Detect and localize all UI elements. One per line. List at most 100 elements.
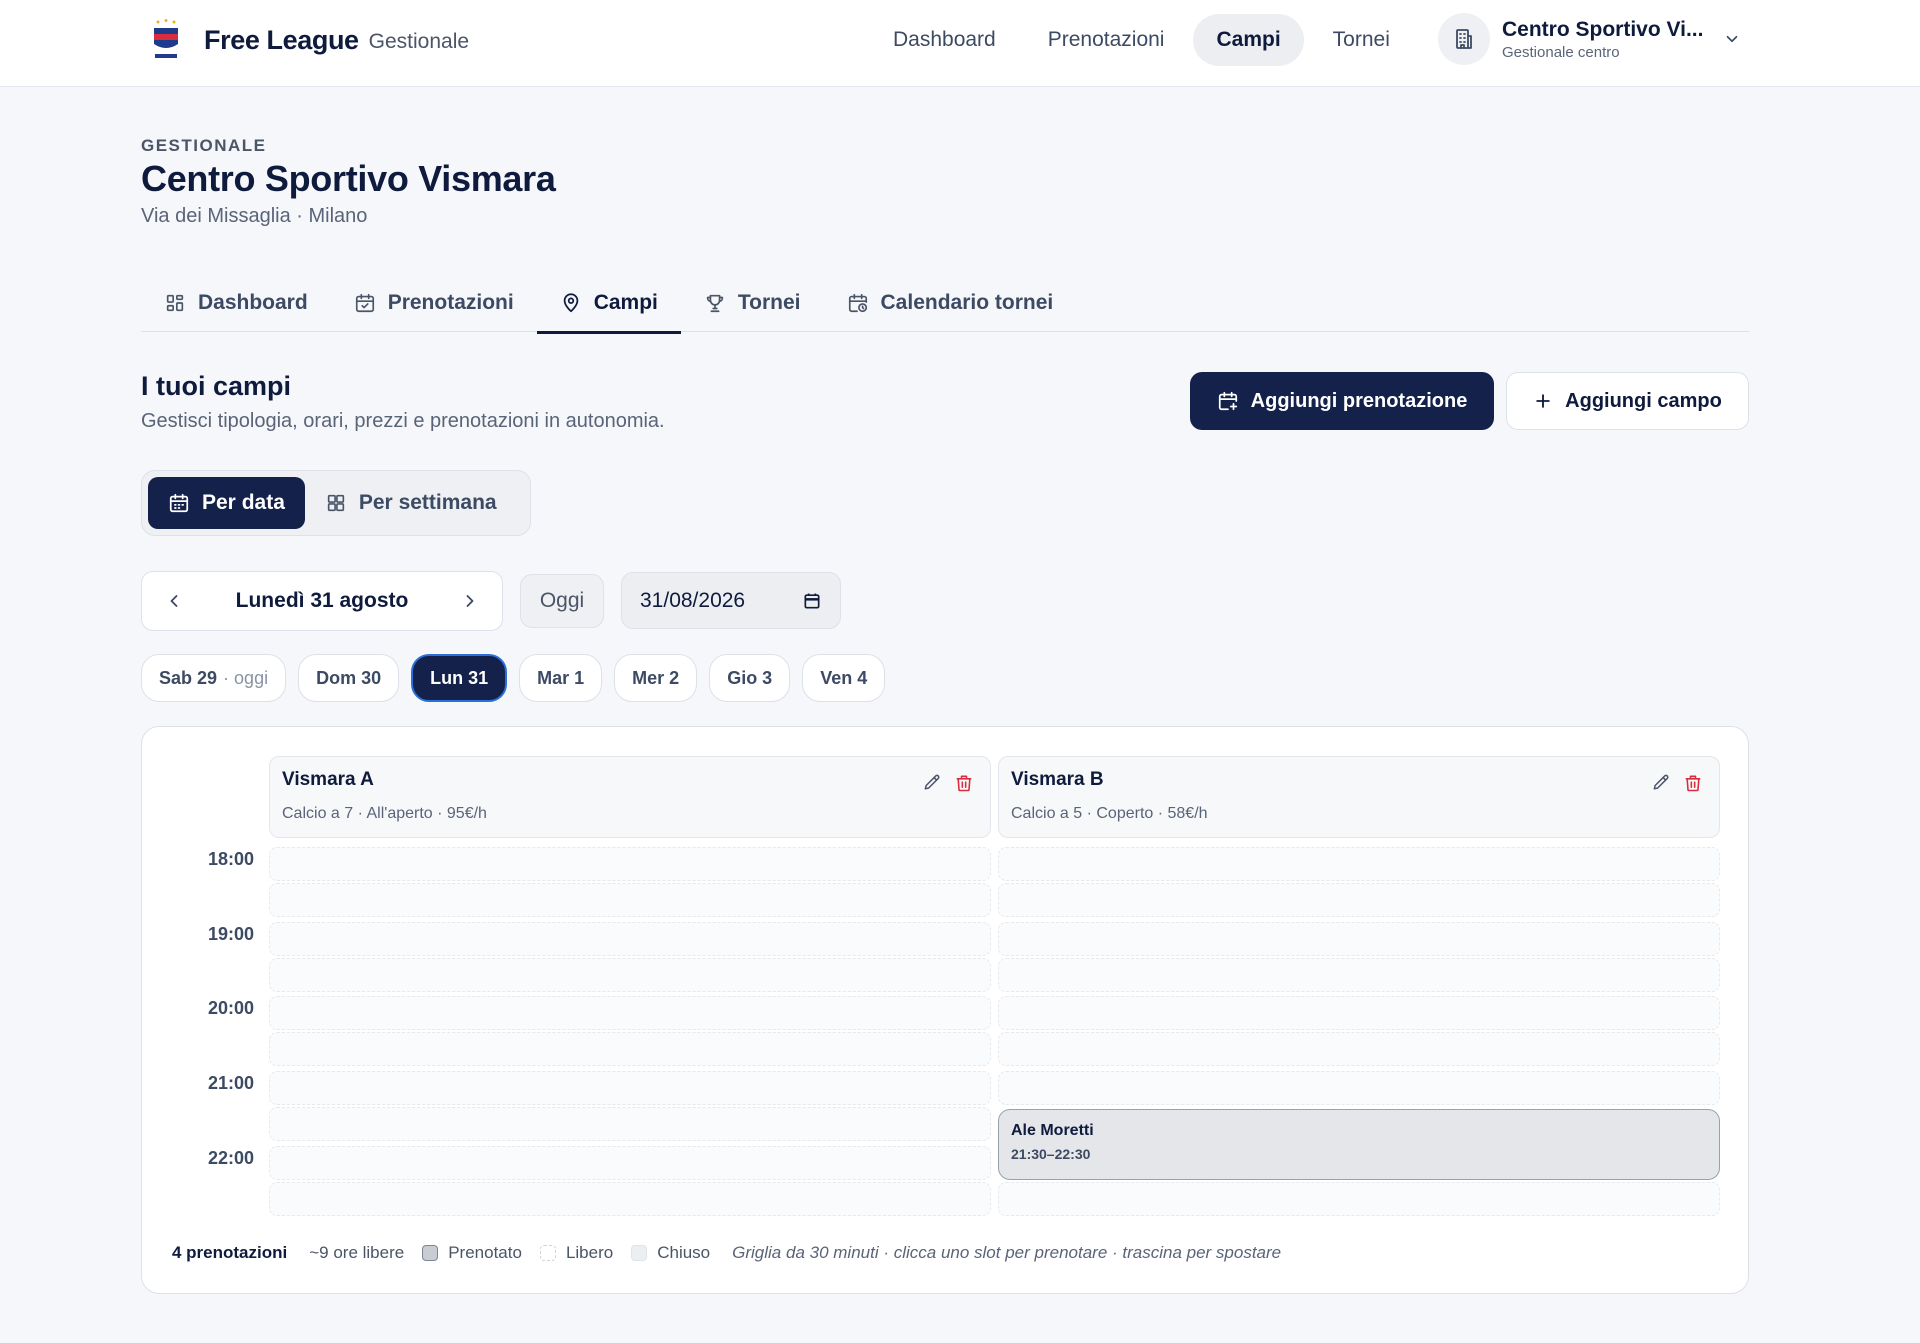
- day-chips: Sab 29 · oggi Dom 30 Lun 31 Mar 1 Mer 2 …: [141, 654, 897, 702]
- trash-icon: [956, 775, 972, 792]
- time-slot[interactable]: [998, 1182, 1720, 1216]
- legend-label: Libero: [565, 1243, 614, 1262]
- view-by-week-button[interactable]: Per settimana: [305, 477, 517, 529]
- tab-dashboard[interactable]: Dashboard: [141, 274, 331, 332]
- calendar-plus-icon: [1218, 391, 1237, 411]
- bookings-count: 4 prenotazioni: [172, 1243, 288, 1262]
- brand[interactable]: Free League Gestionale: [148, 18, 469, 62]
- time-slot[interactable]: [269, 1032, 991, 1066]
- date-navigator: Lunedì 31 agosto: [141, 571, 503, 631]
- building-icon: [1438, 13, 1490, 65]
- topnav-prenotazioni[interactable]: Prenotazioni: [1025, 14, 1188, 66]
- plus-icon: [1536, 394, 1550, 408]
- pencil-icon: [924, 774, 940, 790]
- time-slot[interactable]: [998, 996, 1720, 1030]
- brand-name: Free League: [204, 24, 359, 55]
- add-court-button[interactable]: Aggiungi campo: [1506, 372, 1749, 430]
- calendar-check-icon: [355, 293, 374, 313]
- tab-prenotazioni[interactable]: Prenotazioni: [331, 274, 537, 332]
- edit-court-button[interactable]: [1651, 773, 1671, 793]
- chevron-right-icon: [466, 595, 474, 607]
- date-input[interactable]: [640, 588, 790, 613]
- day-chip[interactable]: Gio 3: [709, 654, 791, 702]
- topnav-campi[interactable]: Campi: [1193, 14, 1304, 66]
- time-slot[interactable]: [998, 847, 1720, 881]
- hour-label: 18:00: [207, 849, 254, 869]
- section-subtitle: Gestisci tipologia, orari, prezzi e pren…: [141, 410, 665, 432]
- time-slot[interactable]: [269, 1146, 991, 1180]
- tab-calendario-tornei[interactable]: Calendario tornei: [824, 274, 1077, 332]
- court-calendar: Vismara A Calcio a 7 · All'aperto · 95€/…: [141, 726, 1749, 1294]
- calendar-icon: [169, 493, 189, 513]
- legend-booked: Prenotato: [422, 1243, 522, 1263]
- view-by-date-button[interactable]: Per data: [148, 477, 305, 529]
- view-by-week-label: Per settimana: [358, 491, 497, 514]
- free-hours: ~9 ore libere: [309, 1243, 405, 1262]
- booking-block[interactable]: Ale Moretti 21:30–22:30: [998, 1109, 1720, 1180]
- day-chip-label: Gio 3: [727, 667, 773, 688]
- time-slot[interactable]: [269, 883, 991, 917]
- time-slot[interactable]: [269, 1071, 991, 1105]
- day-chip-selected[interactable]: Lun 31: [411, 654, 508, 702]
- time-slot[interactable]: [269, 996, 991, 1030]
- time-slot[interactable]: [269, 847, 991, 881]
- calendar-icon[interactable]: [802, 591, 822, 611]
- court-header-vismara-a: Vismara A Calcio a 7 · All'aperto · 95€/…: [269, 756, 991, 838]
- page-address: Via dei Missaglia · Milano: [141, 205, 368, 227]
- time-slot[interactable]: [269, 1107, 991, 1141]
- top-nav: Dashboard Prenotazioni Campi Tornei: [870, 14, 1413, 66]
- center-role: Gestionale centro: [1502, 43, 1620, 61]
- time-slot[interactable]: [269, 1182, 991, 1216]
- grid-icon: [327, 494, 345, 512]
- day-chip[interactable]: Dom 30: [298, 654, 400, 702]
- add-booking-button[interactable]: Aggiungi prenotazione: [1190, 372, 1494, 430]
- time-slot[interactable]: [998, 922, 1720, 956]
- booking-time: 21:30–22:30: [1011, 1146, 1091, 1162]
- tab-tornei[interactable]: Tornei: [681, 274, 824, 332]
- day-chip[interactable]: Mar 1: [519, 654, 603, 702]
- time-slot[interactable]: [998, 1032, 1720, 1066]
- topnav-tornei[interactable]: Tornei: [1310, 14, 1413, 66]
- court-header-vismara-b: Vismara B Calcio a 5 · Coperto · 58€/h: [998, 756, 1720, 838]
- section-tabs: Dashboard Prenotazioni Campi Tornei Cale…: [141, 274, 1749, 334]
- tab-label: Prenotazioni: [387, 291, 514, 314]
- edit-court-button[interactable]: [922, 773, 942, 793]
- date-picker[interactable]: [621, 572, 841, 629]
- day-chip[interactable]: Mer 2: [614, 654, 698, 702]
- center-name: Centro Sportivo Vi...: [1502, 17, 1704, 41]
- brand-subtitle: Gestionale: [368, 30, 470, 53]
- add-booking-label: Aggiungi prenotazione: [1250, 389, 1468, 412]
- court-name: Vismara A: [282, 769, 374, 790]
- today-marker: · oggi: [223, 667, 269, 688]
- map-pin-icon: [563, 293, 578, 313]
- time-slot[interactable]: [269, 958, 991, 992]
- time-slot[interactable]: [998, 883, 1720, 917]
- hour-label: 19:00: [207, 924, 254, 944]
- calendar-clock-icon: [848, 293, 867, 313]
- day-chip-label: Ven 4: [820, 667, 868, 688]
- day-chip[interactable]: Sab 29 · oggi: [141, 654, 287, 702]
- previous-day-button[interactable]: [160, 587, 188, 615]
- day-chip[interactable]: Ven 4: [802, 654, 886, 702]
- time-slot[interactable]: [269, 922, 991, 956]
- free-league-logo: [154, 19, 178, 58]
- center-switcher[interactable]: Centro Sportivo Vi... Gestionale centro: [1438, 13, 1741, 65]
- legend-free: Libero: [539, 1243, 614, 1263]
- time-slot[interactable]: [998, 958, 1720, 992]
- grid-icon: [166, 294, 184, 312]
- calendar-legend: 4 prenotazioni ~9 ore libere Prenotato L…: [172, 1243, 1281, 1263]
- booked-swatch: [422, 1245, 439, 1261]
- legend-label: Chiuso: [657, 1243, 711, 1262]
- today-button[interactable]: Oggi: [520, 574, 604, 628]
- booking-name: Ale Moretti: [1011, 1122, 1094, 1139]
- tab-campi[interactable]: Campi: [536, 274, 682, 334]
- hour-label: 21:00: [207, 1073, 254, 1093]
- delete-court-button[interactable]: [954, 773, 974, 793]
- next-day-button[interactable]: [456, 587, 484, 615]
- day-chip-label: Mer 2: [632, 667, 680, 688]
- legend-closed: Chiuso: [631, 1243, 710, 1263]
- court-meta: Calcio a 7 · All'aperto · 95€/h: [282, 805, 487, 822]
- time-slot[interactable]: [998, 1071, 1720, 1105]
- delete-court-button[interactable]: [1683, 773, 1703, 793]
- topnav-dashboard[interactable]: Dashboard: [870, 14, 1019, 66]
